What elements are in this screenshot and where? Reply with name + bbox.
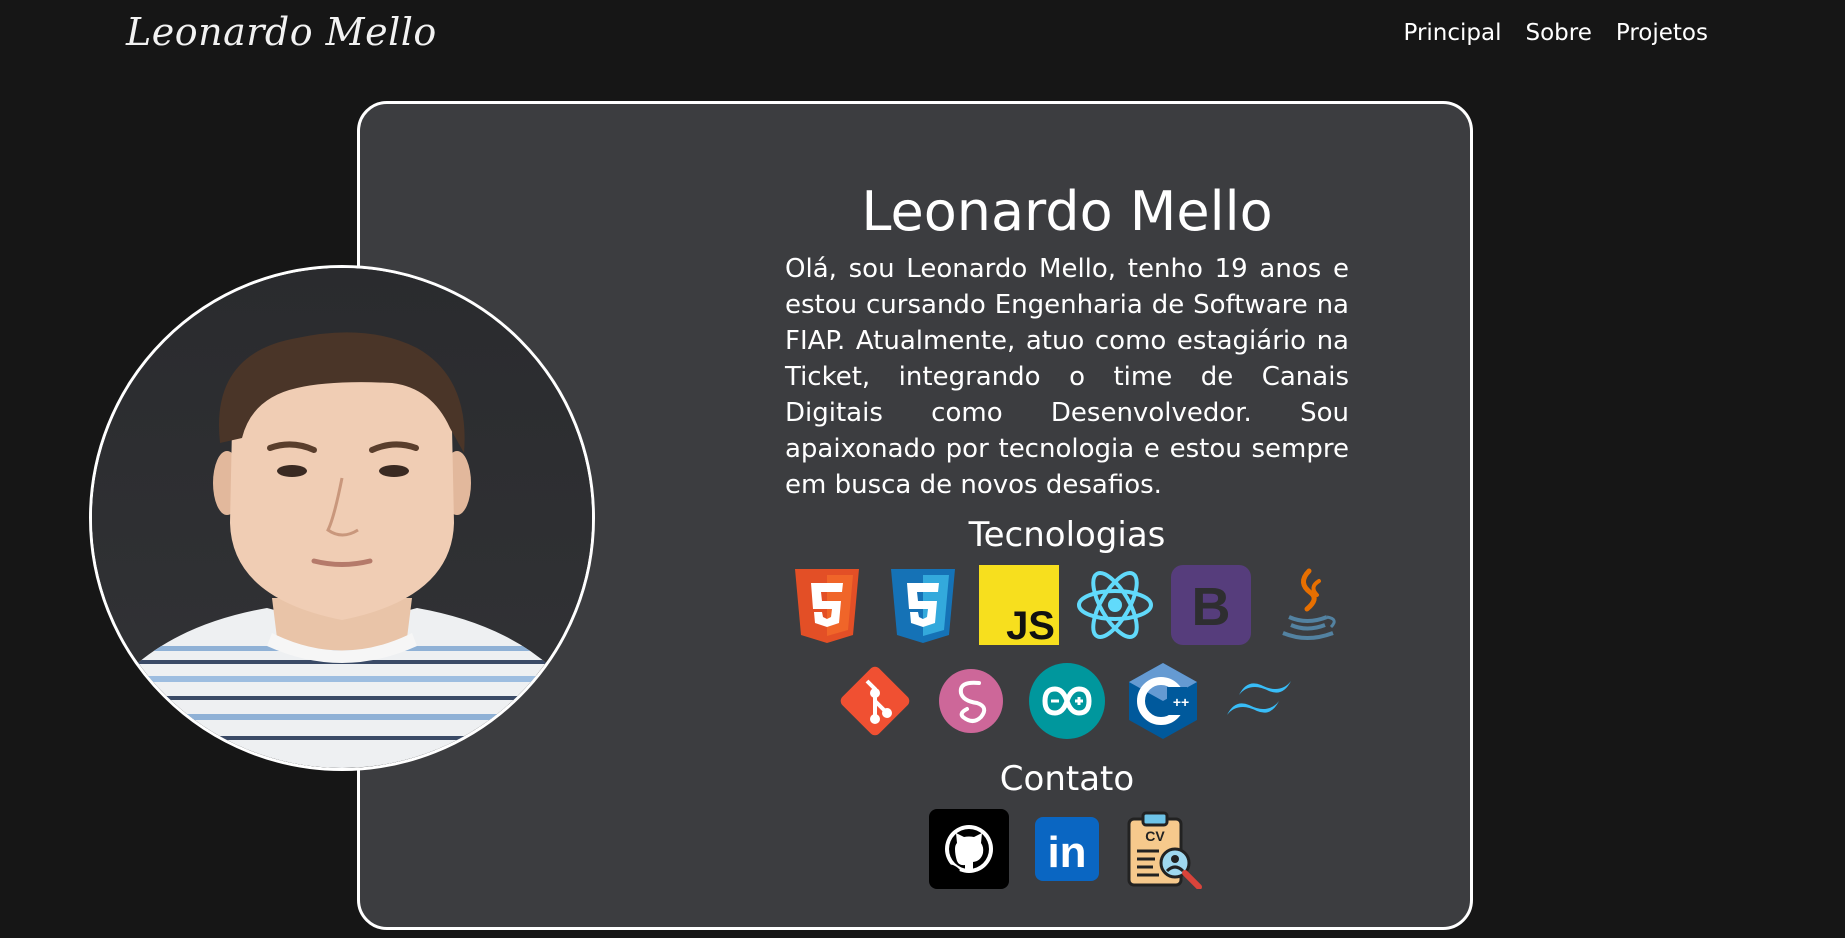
about-content: Leonardo Mello Olá, sou Leonardo Mello, … bbox=[785, 175, 1349, 889]
bootstrap-icon: B bbox=[1171, 565, 1251, 645]
javascript-icon-label: JS bbox=[1006, 604, 1055, 645]
arduino-icon bbox=[1029, 663, 1105, 739]
bootstrap-icon-label: B bbox=[1192, 577, 1231, 637]
cv-icon-label: CV bbox=[1145, 828, 1165, 844]
cv-download-link[interactable]: CV bbox=[1125, 809, 1205, 889]
html5-icon bbox=[795, 569, 859, 643]
profile-photo bbox=[89, 265, 595, 771]
github-link[interactable] bbox=[929, 809, 1009, 889]
technologies-row-1: JS B bbox=[785, 565, 1349, 645]
cplusplus-icon-label: ++ bbox=[1173, 694, 1189, 710]
linkedin-icon-label: in bbox=[1047, 828, 1086, 877]
github-icon[interactable] bbox=[929, 809, 1009, 889]
profile-bio: Olá, sou Leonardo Mello, tenho 19 anos e… bbox=[785, 254, 1349, 500]
nav-link-sobre[interactable]: Sobre bbox=[1526, 20, 1592, 46]
nav-link-principal[interactable]: Principal bbox=[1404, 20, 1502, 46]
profile-photo-illustration bbox=[92, 268, 592, 768]
top-navbar: Leonardo Mello Principal Sobre Projetos bbox=[0, 0, 1845, 80]
css3-icon bbox=[891, 569, 955, 643]
cv-icon[interactable]: CV bbox=[1125, 809, 1205, 889]
tailwind-icon bbox=[1227, 681, 1291, 715]
technologies-title: Tecnologias bbox=[968, 515, 1166, 555]
javascript-icon: JS bbox=[979, 565, 1059, 645]
main-nav: Principal Sobre Projetos bbox=[1404, 20, 1709, 46]
profile-name: Leonardo Mello bbox=[861, 180, 1273, 243]
brand-logo-link[interactable]: Leonardo Mello bbox=[126, 10, 437, 54]
contact-title: Contato bbox=[999, 759, 1135, 799]
linkedin-icon[interactable]: in bbox=[1027, 809, 1107, 889]
nav-link-projetos[interactable]: Projetos bbox=[1616, 20, 1708, 46]
linkedin-link[interactable]: in bbox=[1027, 809, 1107, 889]
react-icon bbox=[1077, 571, 1153, 639]
sass-icon bbox=[939, 669, 1003, 733]
contact-row: in CV bbox=[785, 809, 1349, 889]
git-icon bbox=[840, 666, 910, 736]
java-icon bbox=[1282, 568, 1336, 640]
cplusplus-icon: ++ bbox=[1129, 663, 1197, 739]
technologies-row-2: ++ bbox=[785, 661, 1349, 741]
